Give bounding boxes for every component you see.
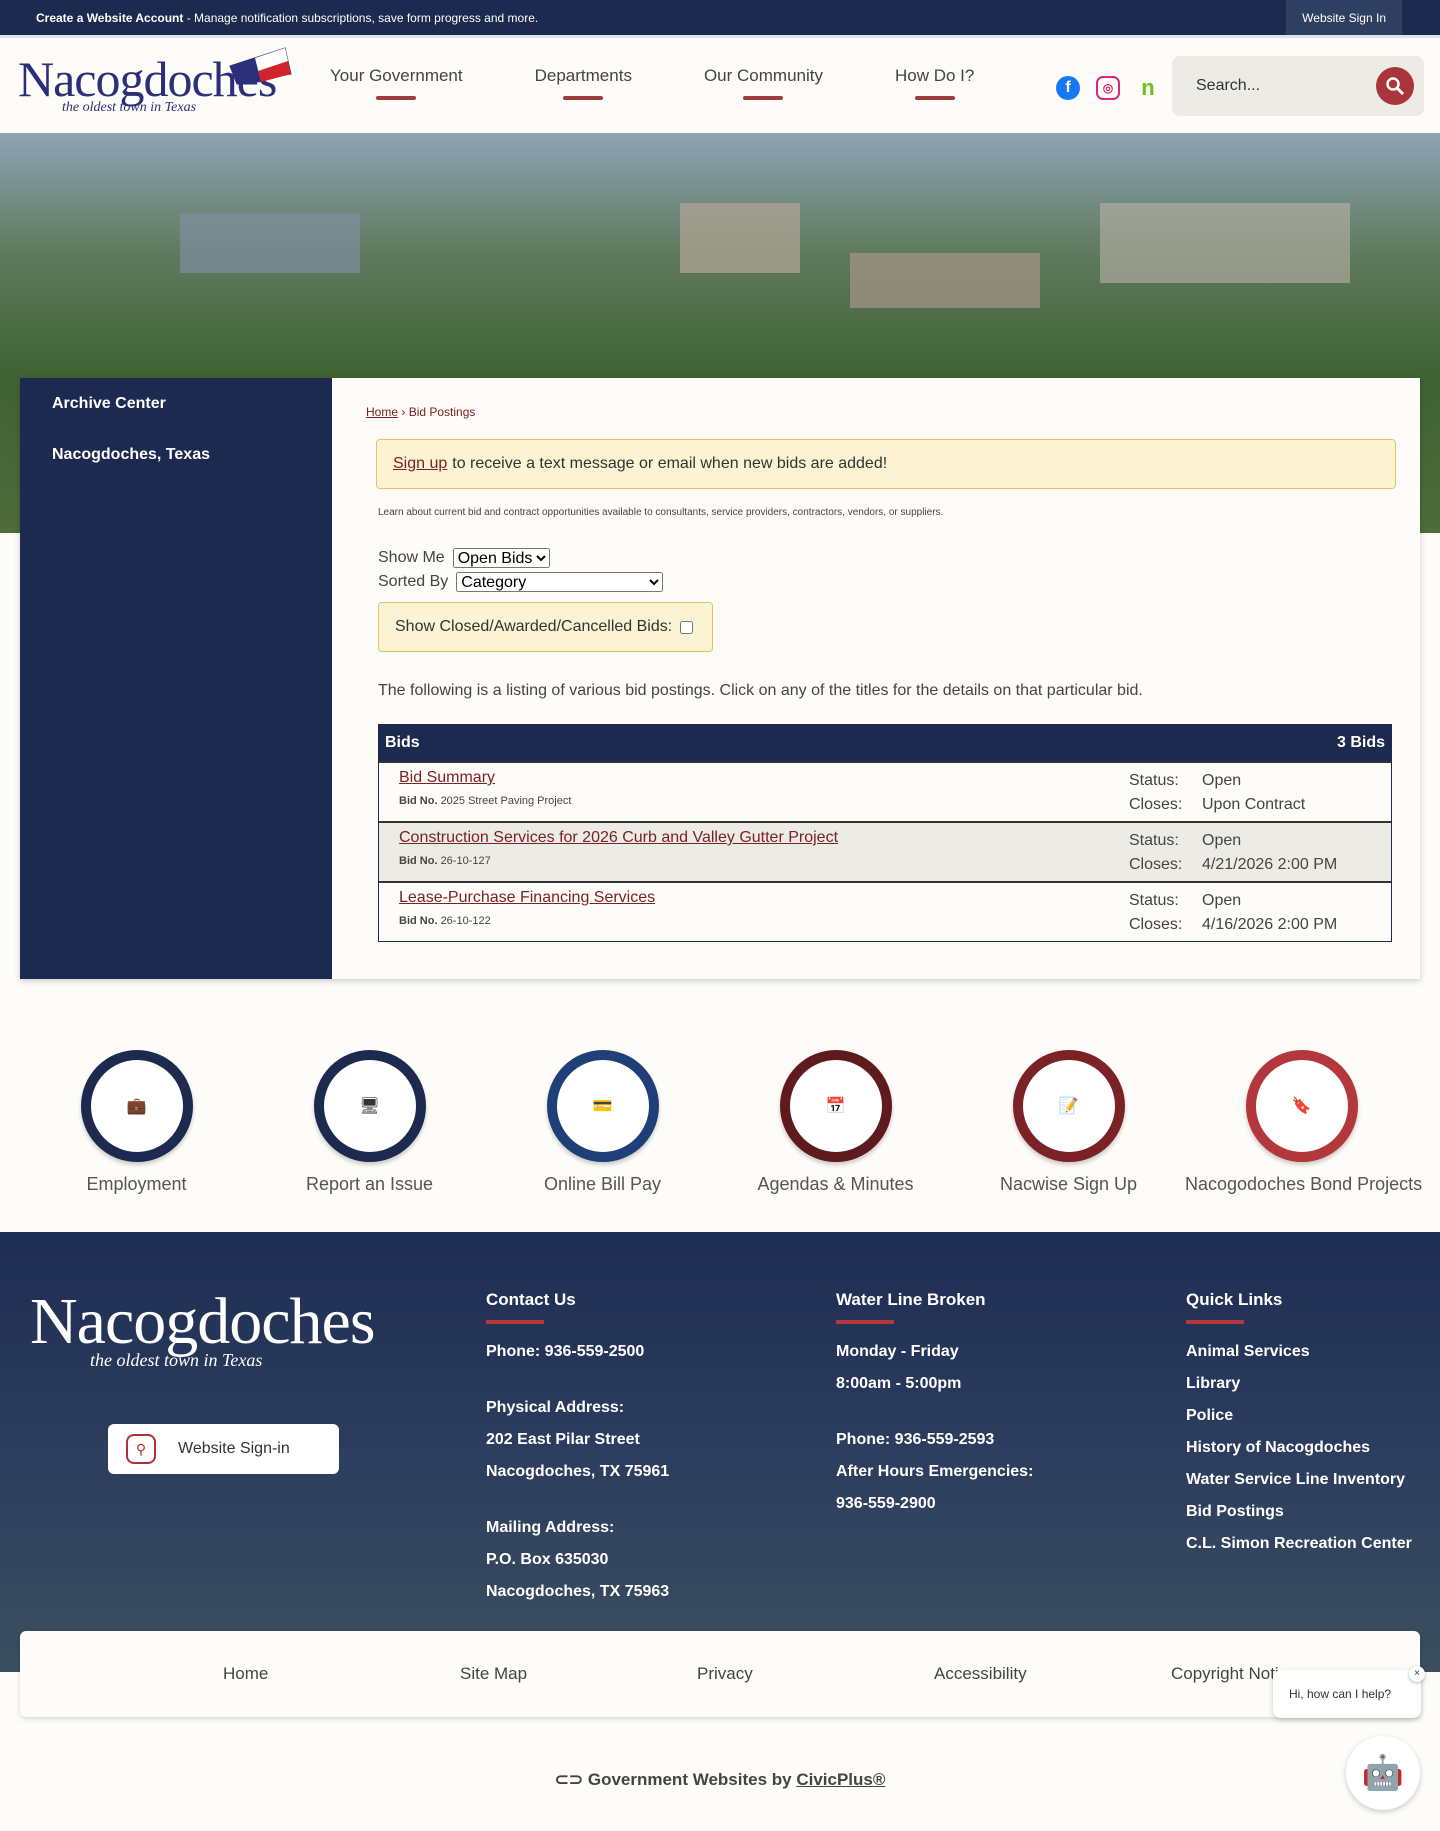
quick-link-online-bill-pay[interactable]: 💳 Online Bill Pay bbox=[486, 1050, 719, 1195]
nav-departments[interactable]: Departments bbox=[535, 66, 632, 100]
bid-row: Bid Summary Bid No. 2025 Street Paving P… bbox=[379, 761, 1391, 821]
footer-quick-links: Quick Links Animal Services Library Police H… bbox=[1186, 1290, 1412, 1560]
sorted-by-select[interactable]: Category bbox=[456, 572, 664, 592]
breadcrumb-home[interactable]: Home bbox=[366, 405, 398, 419]
show-me-label: Show Me bbox=[378, 549, 445, 566]
breadcrumb-current: Bid Postings bbox=[408, 405, 476, 419]
quick-link-employment[interactable]: 💼 Employment bbox=[20, 1050, 253, 1195]
top-bar: Create a Website Account - Manage notifi… bbox=[0, 0, 1440, 35]
footer-link-site-map[interactable]: Site Map bbox=[460, 1664, 697, 1684]
nextdoor-icon[interactable]: n bbox=[1136, 75, 1160, 100]
credit-card-icon: 💳 bbox=[546, 1050, 659, 1162]
intro-text: Learn about current bid and contract opp… bbox=[378, 507, 944, 518]
footer-link-accessibility[interactable]: Accessibility bbox=[934, 1664, 1171, 1684]
search-box[interactable]: Search... bbox=[1172, 56, 1424, 116]
footer-links-bar: Home Site Map Privacy Accessibility Copy… bbox=[20, 1631, 1420, 1717]
footer-text: 202 East Pilar Street bbox=[486, 1431, 640, 1448]
quick-links-row: 💼 Employment 🖥 Report an Issue 💳 Online Bil… bbox=[0, 1050, 1440, 1195]
nav-our-community[interactable]: Our Community bbox=[704, 66, 823, 100]
civicplus-credit: ⊂⊃ Government Websites by CivicPlus® bbox=[554, 1770, 886, 1789]
sidebar: Archive Center Nacogdoches, Texas bbox=[20, 378, 332, 979]
content-card: Archive Center Nacogdoches, Texas Home ›… bbox=[20, 378, 1420, 979]
show-me-select[interactable]: Open Bids bbox=[452, 548, 550, 568]
footer-quick-link[interactable]: Police bbox=[1186, 1400, 1412, 1432]
nav-your-government[interactable]: Your Government bbox=[330, 66, 463, 100]
sidebar-item-nacogdoches-texas[interactable]: Nacogdoches, Texas bbox=[20, 429, 332, 480]
quick-link-nacwise[interactable]: 📝 Nacwise Sign Up bbox=[952, 1050, 1185, 1195]
footer-website-sign-in-button[interactable]: ⚲ Website Sign-in bbox=[108, 1424, 339, 1474]
texas-flag-star-icon bbox=[229, 47, 292, 85]
bids-table: Bids 3 Bids Bid Summary Bid No. 2025 Stre… bbox=[378, 724, 1392, 942]
quick-link-agendas-minutes[interactable]: 📅 Agendas & Minutes bbox=[719, 1050, 952, 1195]
footer-water-line: Water Line Broken Monday - Friday 8:00am -… bbox=[836, 1290, 1033, 1520]
footer-text: After Hours Emergencies: bbox=[836, 1463, 1034, 1480]
footer-text: P.O. Box 635030 bbox=[486, 1551, 609, 1568]
footer-text: 8:00am - 5:00pm bbox=[836, 1375, 962, 1392]
filter-form: Show Me Open Bids Sorted By Category bbox=[378, 548, 1396, 592]
bookmark-book-icon: 🔖 bbox=[1245, 1050, 1358, 1162]
notepad-icon: 📝 bbox=[1012, 1050, 1125, 1162]
footer-text: Phone: 936-559-2500 bbox=[486, 1343, 645, 1360]
footer-link-home[interactable]: Home bbox=[223, 1664, 460, 1684]
civicplus-logo-icon: ⊂⊃ bbox=[554, 1770, 588, 1789]
bids-count: 3 Bids bbox=[1336, 734, 1385, 751]
sign-in-icon: ⚲ bbox=[126, 1434, 156, 1464]
footer-quick-link[interactable]: Animal Services bbox=[1186, 1336, 1412, 1368]
search-button[interactable] bbox=[1376, 67, 1414, 105]
footer-quick-link[interactable]: C.L. Simon Recreation Center bbox=[1186, 1528, 1412, 1560]
footer-text: Nacogdoches, TX 75961 bbox=[486, 1463, 670, 1480]
signup-alert: Sign up to receive a text message or emai… bbox=[376, 439, 1396, 489]
footer-quick-link[interactable]: Bid Postings bbox=[1186, 1496, 1412, 1528]
listing-description: The following is a listing of various bi… bbox=[378, 682, 1143, 699]
footer-quick-link[interactable]: Library bbox=[1186, 1368, 1412, 1400]
main-nav: Your Government Departments Our Communit… bbox=[330, 66, 1046, 100]
footer: Nacogdoches the oldest town in Texas ⚲ Web… bbox=[0, 1232, 1440, 1672]
instagram-icon[interactable]: ◎ bbox=[1096, 76, 1120, 100]
footer-text: Monday - Friday bbox=[836, 1343, 959, 1360]
sign-up-link[interactable]: Sign up bbox=[393, 455, 447, 473]
search-icon bbox=[1386, 77, 1405, 96]
bid-title-link[interactable]: Construction Services for 2026 Curb and … bbox=[399, 829, 838, 846]
main-content: Home › Bid Postings Sign up to receive a … bbox=[366, 378, 1396, 942]
breadcrumb: Home › Bid Postings bbox=[366, 405, 476, 419]
calendar-edit-icon: 📅 bbox=[779, 1050, 892, 1162]
footer-text: Nacogdoches, TX 75963 bbox=[486, 1583, 670, 1600]
nav-how-do-i[interactable]: How Do I? bbox=[895, 66, 974, 100]
bid-row: Construction Services for 2026 Curb and … bbox=[379, 821, 1391, 881]
show-closed-checkbox[interactable] bbox=[680, 620, 694, 634]
footer-logo[interactable]: Nacogdoches the oldest town in Texas bbox=[30, 1284, 376, 1371]
sidebar-item-archive-center[interactable]: Archive Center bbox=[20, 378, 332, 429]
sorted-by-label: Sorted By bbox=[378, 573, 449, 590]
social-links: f ◎ n bbox=[1056, 75, 1160, 100]
footer-text: Phone: 936-559-2593 bbox=[836, 1431, 995, 1448]
bid-title-link[interactable]: Bid Summary bbox=[399, 769, 495, 786]
close-icon[interactable]: × bbox=[1409, 1666, 1425, 1682]
civicplus-link[interactable]: CivicPlus® bbox=[796, 1770, 885, 1789]
footer-quick-link[interactable]: Water Service Line Inventory bbox=[1186, 1464, 1412, 1496]
footer-contact: Contact Us Phone: 936-559-2500 Physical Ad… bbox=[486, 1290, 669, 1608]
bid-title-link[interactable]: Lease-Purchase Financing Services bbox=[399, 889, 655, 906]
footer-text: Physical Address: bbox=[486, 1399, 625, 1416]
footer-link-privacy[interactable]: Privacy bbox=[697, 1664, 934, 1684]
footer-quick-link[interactable]: History of Nacogdoches bbox=[1186, 1432, 1412, 1464]
devices-icon: 🖥 bbox=[313, 1050, 426, 1162]
bid-row: Lease-Purchase Financing Services Bid No… bbox=[379, 881, 1391, 941]
facebook-icon[interactable]: f bbox=[1056, 76, 1080, 100]
footer-text: 936-559-2900 bbox=[836, 1495, 936, 1512]
quick-link-bond-projects[interactable]: 🔖 Nacogodoches Bond Projects bbox=[1185, 1050, 1422, 1195]
quick-link-report-issue[interactable]: 🖥 Report an Issue bbox=[253, 1050, 486, 1195]
bids-header: Bids bbox=[385, 734, 420, 751]
show-closed-box: Show Closed/Awarded/Cancelled Bids: bbox=[378, 602, 713, 652]
search-input[interactable]: Search... bbox=[1196, 77, 1260, 95]
create-account-link[interactable]: Create a Website Account - Manage notifi… bbox=[36, 11, 538, 25]
header: Nacogdoches the oldest town in Texas You… bbox=[0, 35, 1440, 133]
briefcase-icon: 💼 bbox=[80, 1050, 193, 1162]
footer-text: Mailing Address: bbox=[486, 1519, 615, 1536]
website-sign-in-button[interactable]: Website Sign In bbox=[1286, 0, 1402, 35]
chat-prompt[interactable]: Hi, how can I help? × bbox=[1273, 1666, 1425, 1718]
